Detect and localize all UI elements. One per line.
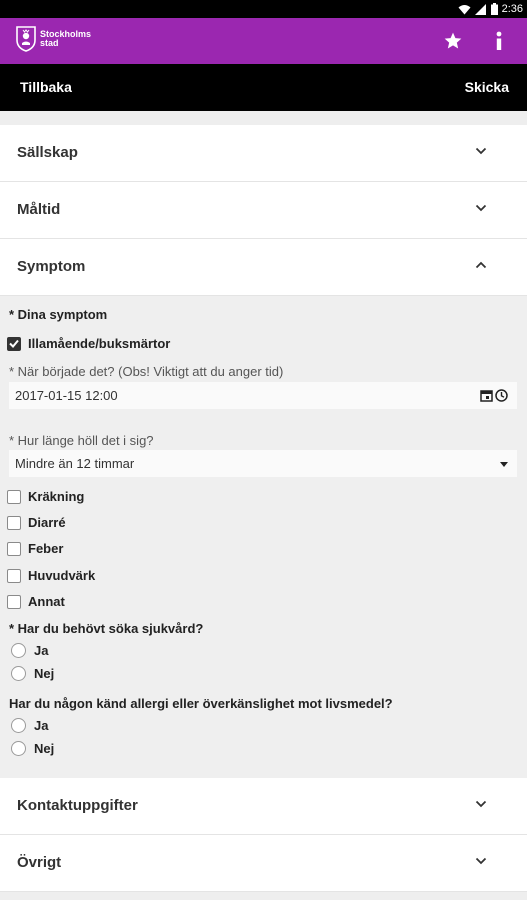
checkbox-label: Huvudvärk	[28, 568, 96, 583]
checkbox-feber[interactable]: Feber	[7, 541, 63, 556]
logo-text: Stockholms stad	[40, 29, 92, 48]
wifi-icon	[458, 4, 471, 15]
checkbox-unchecked[interactable]	[7, 541, 21, 556]
checkbox-unchecked[interactable]	[7, 489, 21, 504]
checkbox-unchecked[interactable]	[7, 594, 21, 609]
checkbox-annat[interactable]: Annat	[7, 594, 65, 609]
city-crest-icon	[16, 26, 36, 52]
dropdown-caret-icon	[500, 462, 508, 467]
favorite-button[interactable]	[439, 27, 467, 55]
radio-button[interactable]	[11, 741, 26, 756]
back-button[interactable]: Tillbaka	[20, 79, 72, 95]
section-title: Sällskap	[17, 144, 78, 161]
calendar-icon[interactable]	[480, 389, 493, 402]
checkbox-illamaende[interactable]: Illamående/buksmärtor	[7, 336, 170, 351]
radio-allergy-no[interactable]: Nej	[11, 741, 54, 756]
radio-button[interactable]	[11, 643, 26, 658]
radio-label: Nej	[34, 741, 55, 756]
battery-icon	[490, 3, 498, 15]
checkbox-diarre[interactable]: Diarré	[7, 515, 66, 530]
duration-label: * Hur länge höll det i sig?	[9, 433, 154, 448]
radio-allergy-yes[interactable]: Ja	[11, 718, 48, 733]
radio-label: Ja	[34, 643, 49, 658]
start-datetime-input[interactable]: 2017-01-15 12:00	[9, 382, 517, 409]
section-maltid[interactable]: Måltid	[0, 182, 527, 239]
allergy-question: Har du någon känd allergi eller överkäns…	[9, 696, 393, 711]
section-title: Måltid	[17, 201, 61, 218]
nav-bar: Tillbaka Skicka	[0, 64, 527, 111]
info-button[interactable]	[485, 27, 513, 55]
star-icon	[444, 32, 462, 49]
app-bar: Stockholms stad	[0, 18, 527, 64]
info-icon	[496, 31, 502, 50]
section-symptom[interactable]: Symptom	[0, 239, 527, 296]
symptoms-label: * Dina symptom	[9, 307, 108, 322]
form-content: Sällskap Måltid Symptom * Dina symptom I…	[0, 125, 527, 892]
checkbox-unchecked[interactable]	[7, 568, 21, 583]
stockholms-stad-logo: Stockholms stad	[16, 26, 91, 52]
symptom-panel: * Dina symptom Illamående/buksmärtor * N…	[0, 296, 527, 778]
checkbox-label: Kräkning	[28, 489, 85, 504]
chevron-down-icon	[475, 800, 487, 808]
radio-care-yes[interactable]: Ja	[11, 643, 48, 658]
radio-label: Nej	[34, 666, 55, 681]
checkbox-label: Illamående/buksmärtor	[28, 336, 171, 351]
section-title: Kontaktuppgifter	[17, 797, 138, 814]
radio-label: Ja	[34, 718, 49, 733]
checkmark-icon	[9, 339, 19, 348]
checkbox-unchecked[interactable]	[7, 515, 21, 530]
radio-button[interactable]	[11, 718, 26, 733]
section-title: Symptom	[17, 258, 86, 275]
checkbox-label: Diarré	[28, 515, 66, 530]
chevron-down-icon	[475, 204, 487, 212]
status-time: 2:36	[501, 3, 523, 15]
clock-icon[interactable]	[495, 389, 508, 402]
duration-select[interactable]: Mindre än 12 timmar	[9, 450, 517, 477]
checkbox-label: Feber	[28, 541, 64, 556]
status-bar: 2:36	[0, 0, 527, 18]
radio-care-no[interactable]: Nej	[11, 666, 54, 681]
checkbox-checked[interactable]	[7, 336, 21, 351]
start-time-label: * När började det? (Obs! Viktigt att du …	[9, 364, 284, 379]
section-ovrigt[interactable]: Övrigt	[0, 835, 527, 892]
section-sallskap[interactable]: Sällskap	[0, 125, 527, 182]
checkbox-label: Annat	[28, 594, 65, 609]
chevron-down-icon	[475, 147, 487, 155]
chevron-up-icon	[475, 261, 487, 269]
section-title: Övrigt	[17, 854, 62, 871]
checkbox-krakning[interactable]: Kräkning	[7, 489, 84, 504]
signal-icon	[474, 3, 487, 15]
duration-select-value: Mindre än 12 timmar	[15, 456, 135, 471]
start-datetime-value: 2017-01-15 12:00	[15, 388, 118, 403]
section-kontaktuppgifter[interactable]: Kontaktuppgifter	[0, 778, 527, 835]
care-question: * Har du behövt söka sjukvård?	[9, 621, 204, 636]
checkbox-huvudvark[interactable]: Huvudvärk	[7, 568, 95, 583]
send-button[interactable]: Skicka	[465, 79, 509, 95]
chevron-down-icon	[475, 857, 487, 865]
radio-button[interactable]	[11, 666, 26, 681]
